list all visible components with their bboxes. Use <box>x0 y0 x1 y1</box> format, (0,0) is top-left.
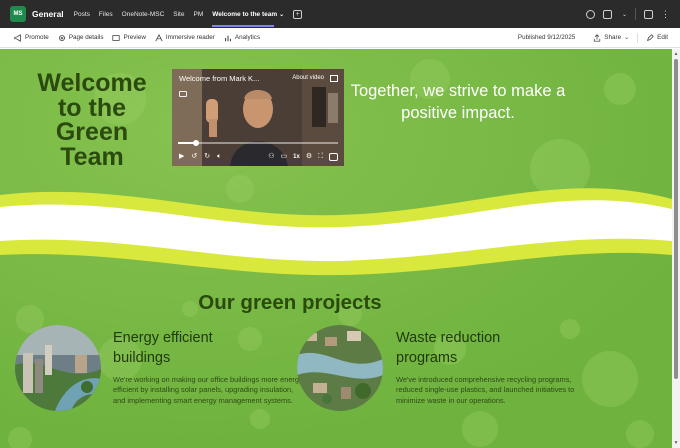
rewind-10-icon[interactable]: ↺ <box>191 153 197 161</box>
scroll-up-icon[interactable]: ▲ <box>673 51 679 57</box>
channel-tabs: Posts Files OneNote-MSC Site PM Welcome … <box>74 9 303 27</box>
about-video-icon[interactable] <box>330 75 338 82</box>
analytics-label: Analytics <box>234 34 261 41</box>
tab-welcome-label: Welcome to the team <box>212 10 278 18</box>
published-date: Published 9/12/2025 <box>517 34 576 41</box>
chat-icon[interactable] <box>585 9 595 19</box>
add-tab-button[interactable]: + <box>293 9 303 19</box>
command-divider <box>637 32 639 43</box>
immersive-reader-button[interactable]: Immersive reader <box>155 33 215 42</box>
play-icon[interactable]: ▶ <box>179 153 184 161</box>
promote-label: Promote <box>25 34 49 41</box>
tab-pm[interactable]: PM <box>193 11 203 18</box>
video-title: Welcome from Mark K... <box>179 74 260 83</box>
share-icon <box>594 33 601 42</box>
popout-icon[interactable] <box>329 153 338 161</box>
preview-button[interactable]: Preview <box>112 34 146 42</box>
chart-icon <box>225 35 231 41</box>
share-label: Share <box>604 34 622 41</box>
project-energy-title: Energy efficient buildings <box>113 330 213 366</box>
header-actions: ⌄ ⋮ <box>585 8 670 20</box>
tab-onenote[interactable]: OneNote-MSC <box>122 11 165 18</box>
share-chevron-icon: ⌄ <box>624 35 630 41</box>
video-player[interactable]: Welcome from Mark K... About video ▶ ↺ ↻… <box>172 69 344 166</box>
preview-label: Preview <box>123 34 146 41</box>
video-call-icon[interactable] <box>602 9 612 19</box>
playback-speed-button[interactable]: 1x <box>293 154 300 160</box>
video-controls: ▶ ↺ ↻ 🔈︎ ⚇ ▭ 1x ⚙ ⛶ <box>179 152 338 162</box>
edit-label: Edit <box>657 34 668 41</box>
project-waste-description: We've introduced comprehensive recycling… <box>396 375 575 405</box>
project-energy-description: We're working on making our office build… <box>113 375 303 405</box>
page-details-button[interactable]: Page details <box>58 34 104 42</box>
tab-welcome[interactable]: Welcome to the team ⌄ <box>212 10 284 27</box>
megaphone-icon <box>14 33 21 42</box>
project-waste-title: Waste reduction programs <box>396 330 501 366</box>
page-details-label: Page details <box>68 34 104 41</box>
command-bar-right: Published 9/12/2025 Share ⌄ Edit <box>517 32 668 43</box>
section-title: Our green projects <box>198 291 382 314</box>
forward-10-icon[interactable]: ↻ <box>204 153 210 161</box>
chevron-down-icon[interactable]: ⌄ <box>279 12 284 18</box>
volume-icon[interactable]: 🔈︎ <box>217 153 221 161</box>
video-controls-right: ⚇ ▭ 1x ⚙ ⛶ <box>268 153 338 161</box>
gear-icon <box>58 34 65 41</box>
captions-icon[interactable]: ▭ <box>281 153 288 161</box>
promote-button[interactable]: Promote <box>14 33 49 42</box>
scrollbar-thumb[interactable] <box>674 59 678 379</box>
tab-site[interactable]: Site <box>173 11 184 18</box>
video-progress-bar[interactable] <box>178 142 338 144</box>
sharepoint-command-bar: Promote Page details Preview Immersive r… <box>0 28 680 48</box>
energy-buildings-image <box>15 325 101 411</box>
page-canvas: Welcome to the Green Team Welcome from M… <box>0 49 672 448</box>
share-button[interactable]: Share ⌄ <box>593 33 630 42</box>
team-avatar[interactable]: MS <box>10 6 26 22</box>
channel-name[interactable]: General <box>32 9 64 19</box>
video-share-icon[interactable] <box>179 91 187 97</box>
tab-files[interactable]: Files <box>99 11 113 18</box>
header-divider <box>635 8 636 20</box>
hero-title: Welcome to the Green Team <box>37 69 147 171</box>
teams-header: MS General Posts Files OneNote-MSC Site … <box>0 0 680 28</box>
scroll-down-icon[interactable]: ▼ <box>673 440 679 446</box>
hero-tagline: Together, we strive to make a positive i… <box>350 82 566 122</box>
apps-grid-icon[interactable] <box>644 9 653 19</box>
settings-icon[interactable]: ⚙ <box>306 153 312 161</box>
more-options-icon[interactable]: ⋮ <box>661 9 670 19</box>
reader-icon <box>155 33 163 41</box>
page-scrollbar[interactable]: ▲ ▼ <box>672 49 680 448</box>
pencil-icon <box>647 33 654 41</box>
call-options-chevron-icon[interactable]: ⌄ <box>622 11 627 18</box>
waste-reduction-image <box>297 325 383 411</box>
audio-track-icon[interactable]: ⚇ <box>268 153 274 161</box>
tab-posts[interactable]: Posts <box>74 11 90 18</box>
immersive-reader-label: Immersive reader <box>165 34 215 41</box>
video-progress-handle[interactable] <box>192 140 199 146</box>
preview-icon <box>112 34 121 41</box>
about-video-link[interactable]: About video <box>292 75 324 81</box>
analytics-button[interactable]: Analytics <box>224 34 260 42</box>
fullscreen-icon[interactable]: ⛶ <box>318 153 323 161</box>
edit-button[interactable]: Edit <box>646 33 668 42</box>
